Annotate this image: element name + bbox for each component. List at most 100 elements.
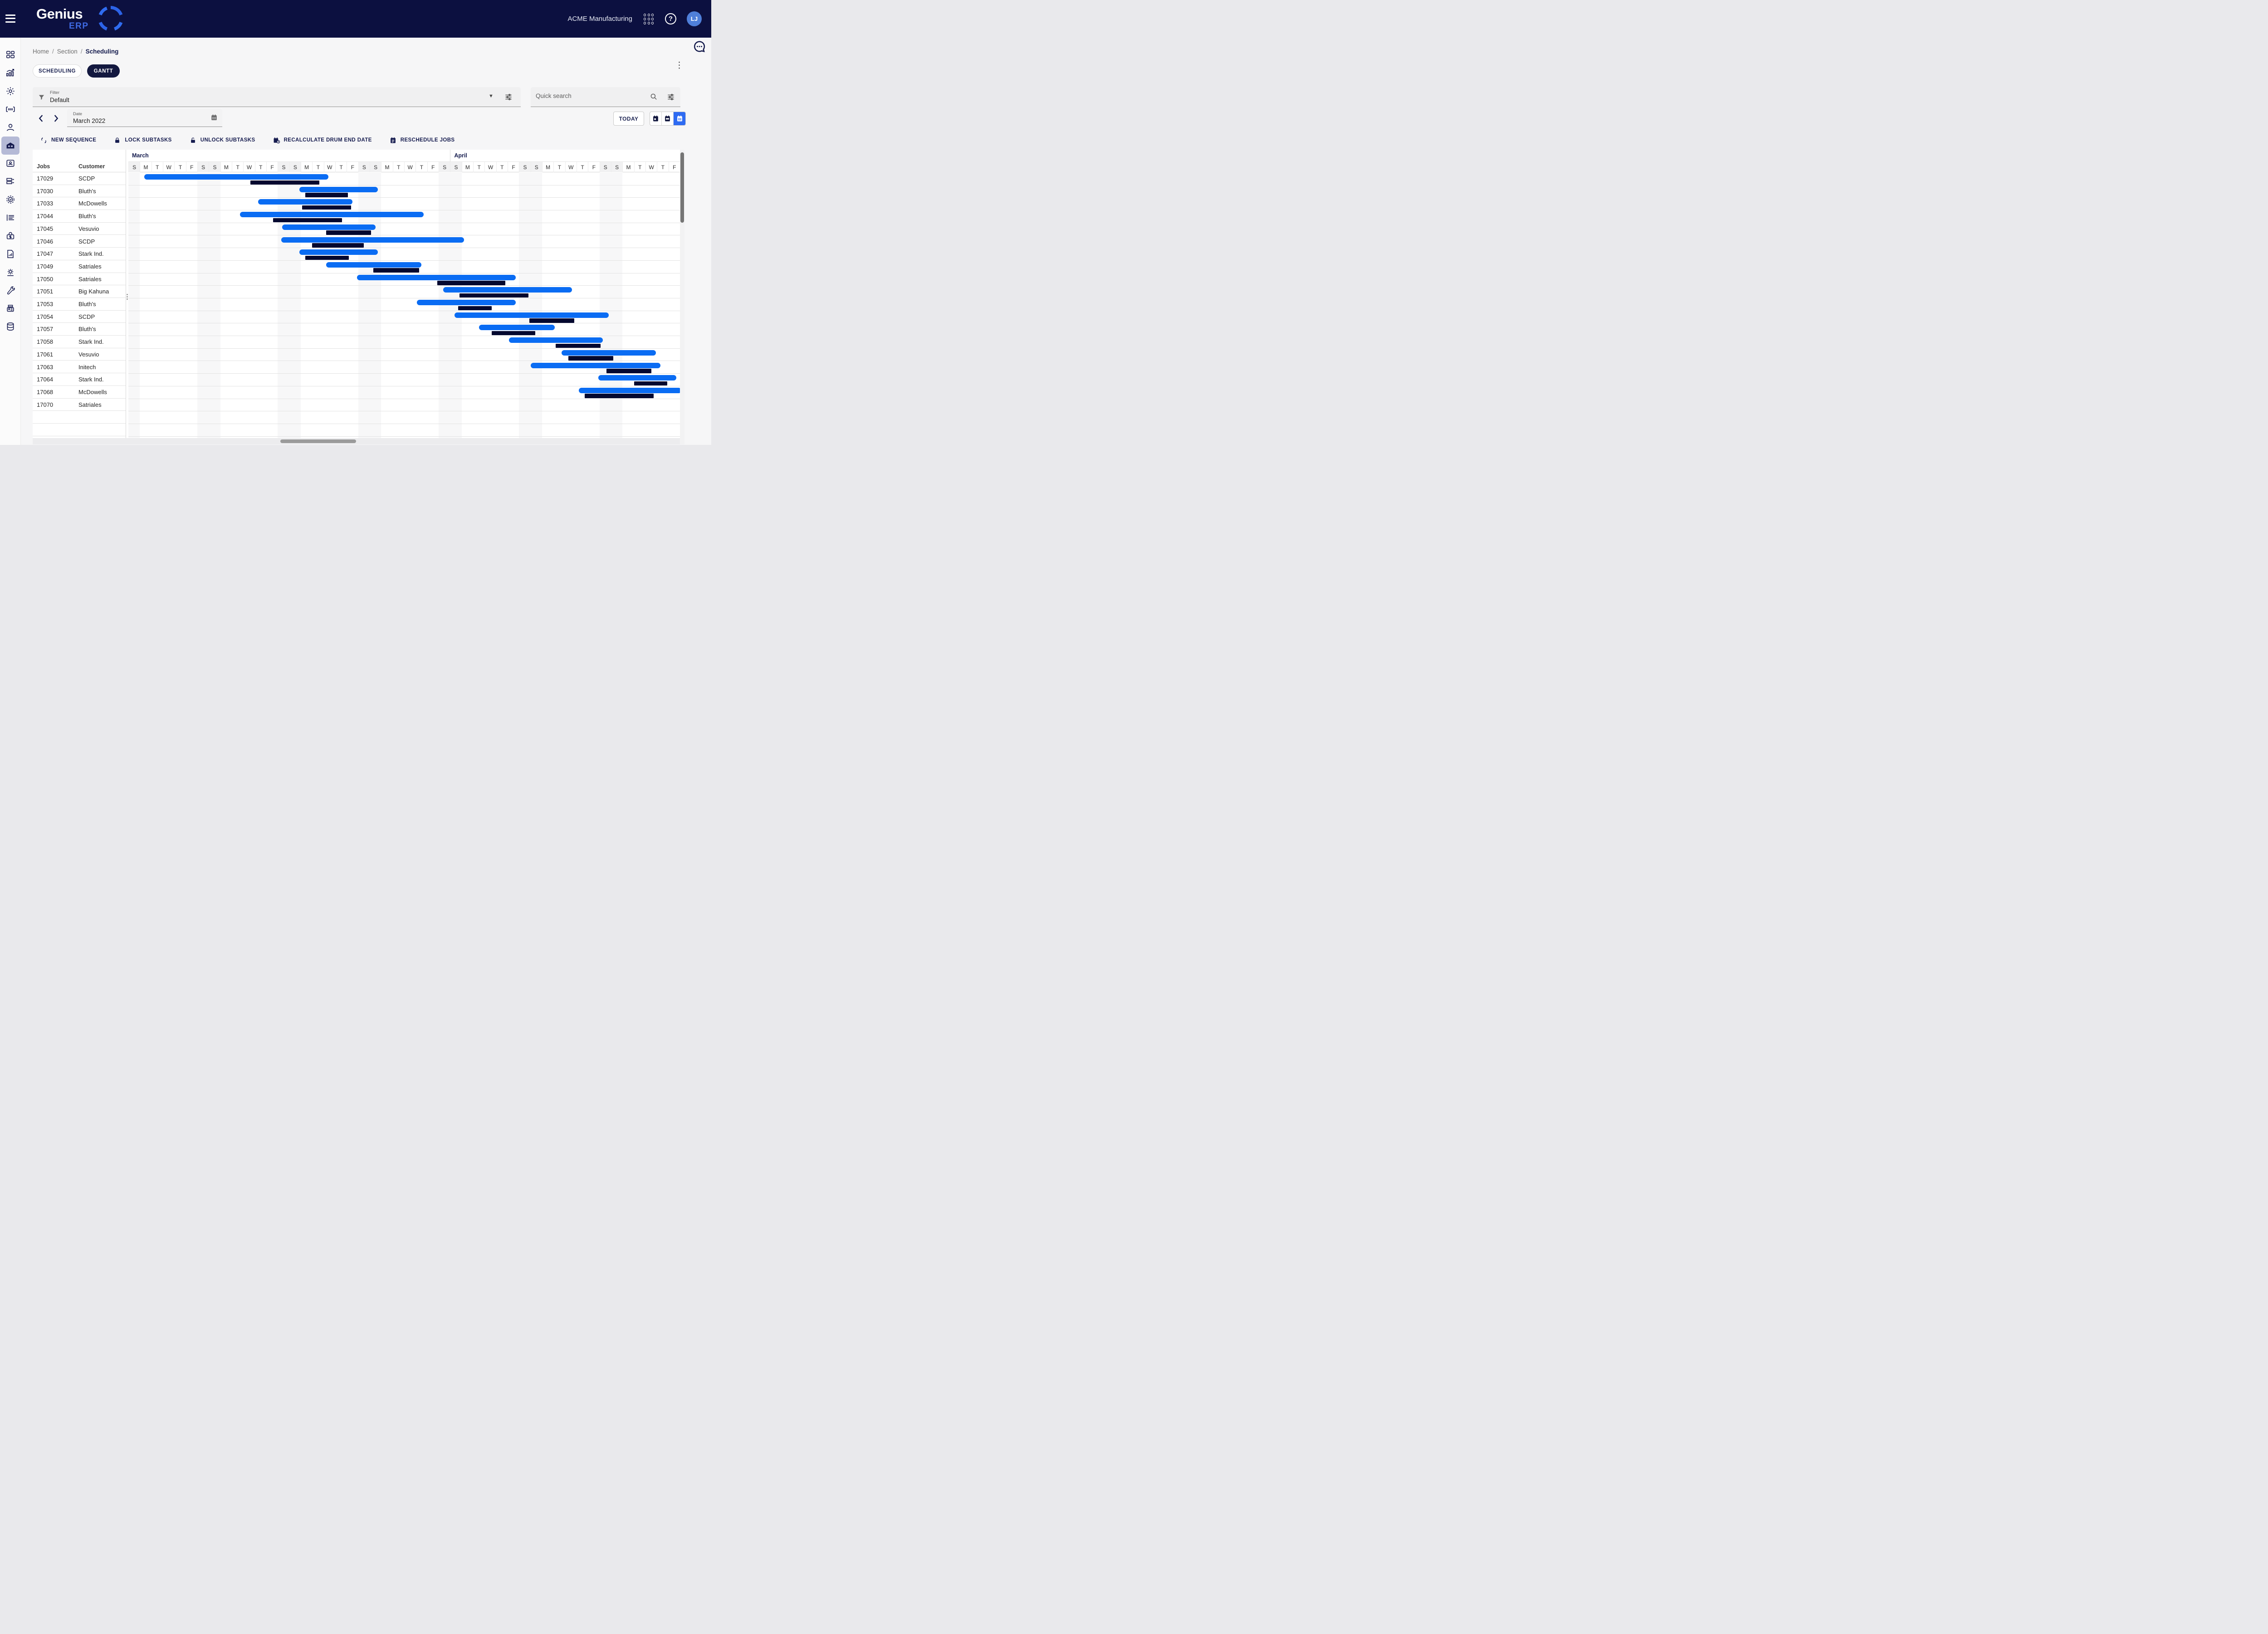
gantt-bar-drum-job-17045[interactable] [326,230,371,235]
month-view-button[interactable] [674,112,685,125]
gantt-bar-drum-job-17063[interactable] [606,369,651,373]
sidebar-item-engineering[interactable] [1,263,20,281]
sidebar-item-factory[interactable] [1,137,20,155]
new-sequence-button[interactable]: NEW SEQUENCE [40,137,96,144]
gantt-bar-drum-job-17030[interactable] [305,193,348,197]
gantt-bar-drum-job-17064[interactable] [634,381,667,386]
table-row-job-17054[interactable]: 17054SCDP [33,311,126,323]
sidebar-item-id-badge[interactable] [1,154,20,172]
table-row-job-17049[interactable]: 17049Satriales [33,260,126,273]
gantt-bar-drum-job-17047[interactable] [305,256,349,260]
gantt-bar-planned-job-17057[interactable] [479,325,555,330]
chat-feedback-icon[interactable] [693,40,706,54]
vertical-scrollbar-thumb[interactable] [680,152,684,223]
gantt-bar-planned-job-17049[interactable] [326,262,421,268]
gantt-bar-drum-job-17044[interactable] [273,218,342,223]
gantt-bar-planned-job-17054[interactable] [455,312,608,318]
gantt-bar-planned-job-17063[interactable] [531,363,660,368]
date-calendar-icon[interactable] [210,114,218,121]
sidebar-item-finance[interactable] [1,227,20,245]
gantt-bar-planned-job-17029[interactable] [144,174,328,180]
recalculate-drum-end-date-button[interactable]: RECALCULATE DRUM END DATE [273,137,372,144]
table-row-job-17058[interactable]: 17058Stark Ind. [33,336,126,348]
tab-scheduling[interactable]: SCHEDULING [33,64,82,78]
sidebar-item-maintenance[interactable] [1,281,20,299]
gantt-bar-planned-job-17061[interactable] [562,350,656,356]
gantt-bar-planned-job-17033[interactable] [258,199,352,205]
tab-gantt[interactable]: GANTT [87,64,120,78]
table-row-job-17045[interactable]: 17045Vesuvio [33,223,126,235]
avatar[interactable]: LJ [687,11,702,26]
gantt-bar-drum-job-17049[interactable] [373,268,419,273]
gantt-bar-planned-job-17064[interactable] [598,375,676,380]
next-period-chevron-icon[interactable] [51,113,61,123]
unlock-subtasks-button[interactable]: UNLOCK SUBTASKS [189,137,255,144]
gantt-bar-planned-job-17051[interactable] [443,287,572,293]
overflow-menu-icon[interactable]: ⋮ [675,60,682,71]
previous-period-chevron-icon[interactable] [36,113,46,123]
table-row-job-17050[interactable]: 17050Satriales [33,273,126,286]
week-view-button[interactable] [662,112,674,125]
table-row-job-17033[interactable]: 17033McDowells [33,197,126,210]
table-row-job-17046[interactable]: 17046SCDP [33,235,126,248]
splitter-drag-handle-icon[interactable] [127,293,128,301]
gantt-bar-planned-job-17047[interactable] [299,249,377,255]
table-row-job-17030[interactable]: 17030Bluth's [33,185,126,198]
gantt-bar-drum-job-17046[interactable] [312,243,364,248]
gantt-bar-planned-job-17046[interactable] [281,237,464,243]
gantt-bar-planned-job-17050[interactable] [357,275,516,280]
gantt-bar-drum-job-17029[interactable] [250,180,319,185]
table-row-job-17063[interactable]: 17063Initech [33,361,126,374]
today-button[interactable]: TODAY [613,112,644,126]
table-row-job-17047[interactable]: 17047Stark Ind. [33,248,126,260]
filter-tune-icon[interactable] [504,93,513,101]
gantt-bar-drum-job-17061[interactable] [568,356,613,361]
sidebar-item-documents[interactable] [1,172,20,190]
gantt-bar-drum-job-17050[interactable] [437,281,505,285]
day-view-button[interactable] [650,112,662,125]
horizontal-scrollbar-thumb[interactable] [280,439,356,443]
table-row-job-17053[interactable]: 17053Bluth's [33,298,126,311]
search-tune-icon[interactable] [667,93,675,101]
search-icon[interactable] [650,93,658,101]
lock-subtasks-button[interactable]: LOCK SUBTASKS [113,137,171,144]
sidebar-item-barcode[interactable] [1,100,20,118]
table-row-empty[interactable] [33,424,126,436]
table-row-job-17061[interactable]: 17061Vesuvio [33,348,126,361]
sidebar-item-dashboard[interactable] [1,46,20,64]
gantt-bar-planned-job-17030[interactable] [299,187,377,192]
filter-dropdown-caret-icon[interactable]: ▼ [489,93,494,99]
gantt-bar-planned-job-17044[interactable] [240,212,424,217]
gantt-bar-drum-job-17033[interactable] [302,205,352,210]
gantt-bar-planned-job-17068[interactable] [579,388,680,393]
gantt-bar-drum-job-17051[interactable] [459,293,528,298]
gantt-bar-planned-job-17045[interactable] [282,224,375,230]
table-row-empty[interactable] [33,411,126,424]
table-row-job-17070[interactable]: 17070Satriales [33,399,126,411]
table-row-job-17057[interactable]: 17057Bluth's [33,323,126,336]
date-field[interactable]: Date March 2022 [67,109,222,127]
sidebar-item-file-chart[interactable] [1,245,20,263]
gantt-bar-planned-job-17058[interactable] [509,337,603,343]
sidebar-item-register[interactable] [1,299,20,317]
search-input[interactable] [536,93,645,99]
app-switcher-icon[interactable] [644,14,654,24]
gantt-bar-drum-job-17057[interactable] [492,331,535,336]
table-row-job-17064[interactable]: 17064Stark Ind. [33,373,126,386]
sidebar-item-analytics[interactable] [1,64,20,82]
table-row-job-17044[interactable]: 17044Bluth's [33,210,126,223]
table-row-job-17051[interactable]: 17051Big Kahuna [33,285,126,298]
sidebar-item-quality[interactable] [1,190,20,209]
breadcrumb-section[interactable]: Section [57,48,78,55]
table-row-job-17029[interactable]: 17029SCDP [33,172,126,185]
gantt-bar-drum-job-17053[interactable] [458,306,491,311]
gantt-bar-drum-job-17054[interactable] [529,318,574,323]
help-icon[interactable]: ? [665,13,676,24]
gantt-bar-planned-job-17053[interactable] [417,300,516,305]
hamburger-menu-icon[interactable] [5,13,17,24]
sidebar-item-report[interactable] [1,209,20,227]
sidebar-item-settings[interactable] [1,82,20,100]
sidebar-item-database[interactable] [1,317,20,336]
reschedule-jobs-button[interactable]: RESCHEDULE JOBS [389,137,455,144]
breadcrumb-home[interactable]: Home [33,48,49,55]
